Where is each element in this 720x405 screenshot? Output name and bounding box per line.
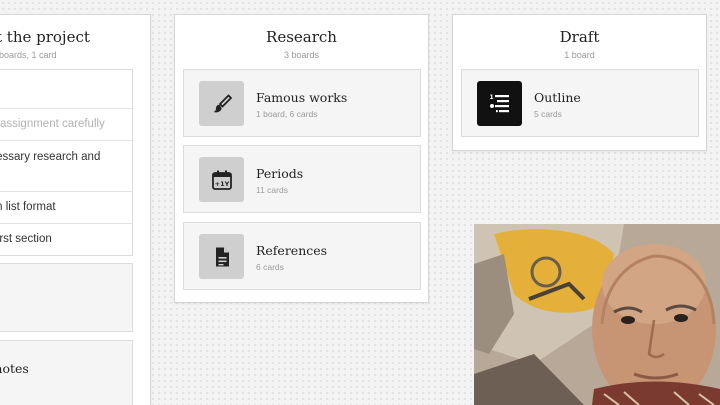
- card-title: References: [256, 243, 328, 258]
- column-title: Draft: [559, 28, 600, 46]
- board-card[interactable]: s notes ds: [0, 340, 133, 405]
- list-item[interactable]: e in list format: [0, 191, 132, 223]
- card-meta: 11 cards: [256, 185, 288, 195]
- list-item[interactable]: g first section: [0, 223, 132, 256]
- list-item-text: ecessary research and: [0, 151, 101, 163]
- card-title: Famous works: [256, 90, 348, 105]
- board-card-references[interactable]: References 6 cards: [183, 222, 421, 290]
- card-title: Outline: [534, 90, 581, 105]
- column-research[interactable]: Research 3 boards Famous works 1 board, …: [174, 14, 429, 303]
- list-item[interactable]: gh assignment carefully: [0, 108, 132, 140]
- document-icon: [199, 234, 244, 279]
- card-meta: 1 board, 6 cards: [256, 109, 318, 119]
- board-card-famous-works[interactable]: Famous works 1 board, 6 cards: [183, 69, 421, 137]
- svg-text:1: 1: [489, 94, 493, 101]
- list-item[interactable]: ecessary research and: [0, 140, 132, 191]
- list-item-text: g first section: [0, 233, 52, 245]
- svg-text:+1Y: +1Y: [214, 180, 229, 188]
- column-subtitle: boards, 1 card: [0, 50, 57, 60]
- column-title: Research: [266, 28, 337, 46]
- list-item-text: gh assignment carefully: [0, 118, 105, 130]
- list-item-text: e in list format: [0, 201, 56, 213]
- brush-icon: [199, 81, 244, 126]
- board-card-periods[interactable]: +1Y Periods 11 cards: [183, 145, 421, 213]
- card-meta: 5 cards: [534, 109, 562, 119]
- card-title: s notes: [0, 361, 29, 376]
- card-meta: 6 cards: [256, 262, 284, 272]
- column-draft[interactable]: Draft 1 board 1 Outline 5 cards: [452, 14, 707, 151]
- calendar-icon: +1Y: [199, 157, 244, 202]
- portrait-photo[interactable]: [474, 224, 720, 405]
- board-card-outline[interactable]: 1 Outline 5 cards: [461, 69, 699, 137]
- task-list-board[interactable]: gh assignment carefully ecessary researc…: [0, 69, 133, 256]
- card-title: Periods: [256, 166, 304, 181]
- column-title: t the project: [0, 28, 90, 46]
- column-subtitle: 3 boards: [283, 50, 320, 60]
- board-card[interactable]: ks: [0, 263, 133, 332]
- column-subtitle: 1 board: [564, 50, 595, 60]
- list-outline-icon: 1: [477, 81, 522, 126]
- column-about-project[interactable]: t the project boards, 1 card gh assignme…: [0, 14, 151, 405]
